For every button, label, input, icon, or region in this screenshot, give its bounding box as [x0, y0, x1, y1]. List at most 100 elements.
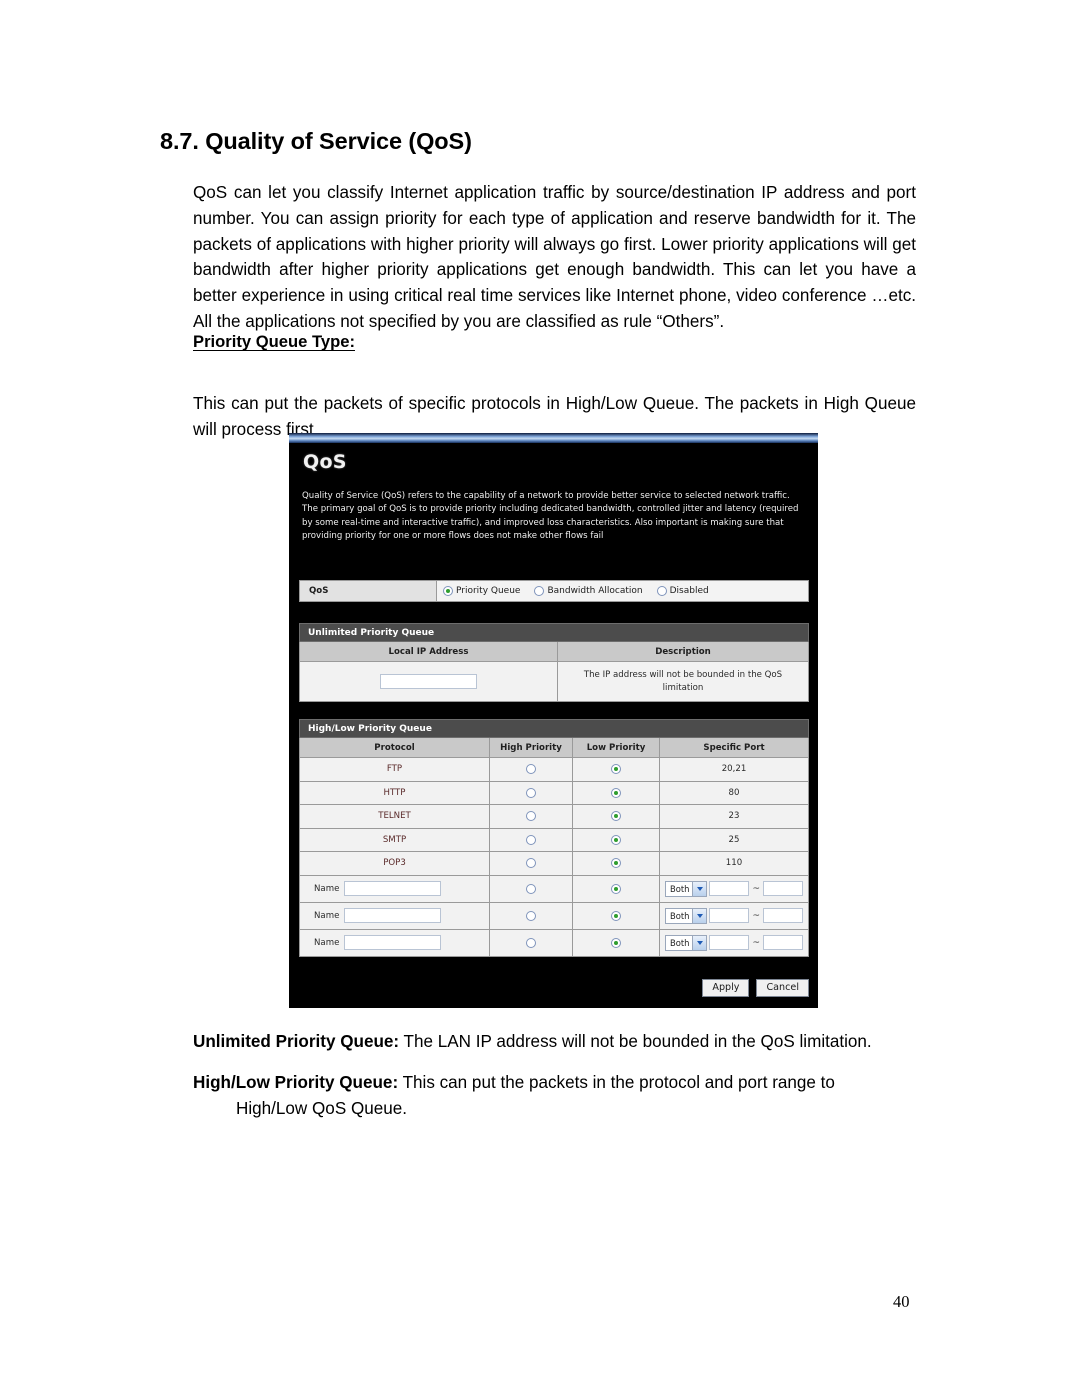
- section-header-unlimited-priority-queue: Unlimited Priority Queue: [299, 623, 809, 642]
- qos-panel-description: Quality of Service (QoS) refers to the c…: [302, 491, 799, 542]
- port-end-input[interactable]: [763, 881, 803, 896]
- cell-high-priority: [489, 805, 572, 828]
- cell-protocol-name: SMTP: [300, 828, 489, 851]
- radio-icon-high-priority[interactable]: [526, 764, 536, 775]
- port-end-input[interactable]: [763, 908, 803, 923]
- protocol-select[interactable]: Both: [664, 907, 708, 924]
- radio-icon-disabled[interactable]: [656, 586, 667, 596]
- port-end-input[interactable]: [763, 935, 803, 950]
- radio-label-priority-queue: Priority Queue: [456, 586, 521, 596]
- table-row-custom: Name Both ~: [300, 874, 808, 902]
- chevron-down-icon[interactable]: [692, 908, 707, 923]
- protocol-select[interactable]: Both: [664, 880, 708, 897]
- table-row: POP3 110: [300, 851, 808, 875]
- radio-icon-high-priority[interactable]: [526, 834, 536, 845]
- table-header-row: Local IP Address Description: [300, 642, 808, 661]
- radio-icon-bandwidth-allocation[interactable]: [534, 586, 545, 596]
- table-header-row: Protocol High Priority Low Priority Spec…: [300, 738, 808, 757]
- cell-low-priority: [572, 781, 659, 804]
- cell-protocol-name: POP3: [300, 852, 489, 875]
- qos-mode-options: Priority Queue Bandwidth Allocation Disa…: [437, 581, 808, 601]
- page-number: 40: [893, 1292, 910, 1311]
- column-header-specific-port: Specific Port: [659, 738, 808, 757]
- cell-low-priority: [572, 929, 659, 956]
- port-start-input[interactable]: [709, 881, 750, 896]
- cell-low-priority: [572, 902, 659, 929]
- protocol-select-value: Both: [669, 910, 690, 921]
- radio-icon-high-priority[interactable]: [526, 858, 536, 869]
- qos-configuration-screenshot: QoS Quality of Service (QoS) refers to t…: [289, 433, 818, 1008]
- radio-option-priority-queue[interactable]: Priority Queue: [443, 586, 520, 596]
- apply-button[interactable]: Apply: [702, 979, 750, 997]
- radio-option-disabled[interactable]: Disabled: [656, 586, 709, 596]
- protocol-select[interactable]: Both: [664, 934, 708, 951]
- custom-name-label: Name: [314, 937, 340, 948]
- table-row: SMTP 25: [300, 827, 808, 851]
- cell-high-priority: [489, 828, 572, 851]
- radio-icon-low-priority[interactable]: [611, 834, 621, 845]
- radio-icon-low-priority[interactable]: [611, 764, 621, 775]
- custom-name-label: Name: [314, 883, 340, 894]
- column-header-local-ip-address: Local IP Address: [300, 642, 557, 661]
- radio-icon-low-priority[interactable]: [611, 787, 621, 798]
- cell-low-priority: [572, 805, 659, 828]
- radio-icon-low-priority[interactable]: [611, 937, 621, 948]
- custom-name-input[interactable]: [344, 908, 442, 923]
- qos-panel-body: QoS Quality of Service (QoS) refers to t…: [289, 443, 818, 1008]
- cancel-button[interactable]: Cancel: [756, 979, 809, 997]
- window-title-bar: [289, 433, 818, 443]
- cell-low-priority: [572, 852, 659, 875]
- radio-icon-low-priority[interactable]: [611, 910, 621, 921]
- radio-icon-low-priority[interactable]: [611, 858, 621, 869]
- protocol-select-value: Both: [669, 883, 690, 894]
- unlimited-priority-queue-table: Local IP Address Description The IP addr…: [299, 642, 809, 702]
- radio-icon-high-priority[interactable]: [526, 883, 536, 894]
- cell-low-priority: [572, 758, 659, 781]
- cell-description: The IP address will not be bounded in th…: [557, 662, 808, 701]
- radio-label-disabled: Disabled: [669, 586, 709, 596]
- custom-name-input[interactable]: [344, 881, 442, 896]
- cell-high-priority: [489, 852, 572, 875]
- cell-high-priority: [489, 929, 572, 956]
- radio-icon-low-priority[interactable]: [611, 811, 621, 822]
- column-header-description: Description: [557, 642, 808, 661]
- radio-icon-high-priority[interactable]: [526, 787, 536, 798]
- port-range-separator: ~: [752, 883, 760, 894]
- note-text: This can put the packets in the protocol…: [398, 1073, 835, 1092]
- high-low-priority-queue-table: Protocol High Priority Low Priority Spec…: [299, 738, 809, 957]
- note-unlimited-priority-queue: Unlimited Priority Queue: The LAN IP add…: [193, 1029, 916, 1055]
- column-header-high-priority: High Priority: [489, 738, 572, 757]
- port-start-input[interactable]: [709, 908, 750, 923]
- cell-port-range: Both ~: [659, 902, 808, 929]
- radio-icon-high-priority[interactable]: [526, 910, 536, 921]
- protocol-select-value: Both: [669, 937, 690, 948]
- cell-protocol-name: HTTP: [300, 781, 489, 804]
- cell-low-priority: [572, 828, 659, 851]
- table-row: TELNET 23: [300, 804, 808, 828]
- cell-high-priority: [489, 781, 572, 804]
- radio-icon-high-priority[interactable]: [526, 811, 536, 822]
- note-lead: Unlimited Priority Queue:: [193, 1032, 400, 1051]
- form-action-buttons: Apply Cancel: [299, 979, 809, 997]
- radio-icon-priority-queue[interactable]: [443, 586, 453, 596]
- note-text-continued: High/Low QoS Queue.: [236, 1098, 408, 1118]
- radio-icon-low-priority[interactable]: [611, 883, 621, 894]
- cell-custom-name: Name: [300, 929, 489, 956]
- chevron-down-icon[interactable]: [692, 935, 707, 950]
- cell-high-priority: [489, 758, 572, 781]
- cell-protocol-name: FTP: [300, 758, 489, 781]
- radio-option-bandwidth-allocation[interactable]: Bandwidth Allocation: [534, 586, 643, 596]
- table-row-custom: Name Both ~: [300, 901, 808, 929]
- cell-port-range: Both ~: [659, 929, 808, 956]
- qos-mode-label: QoS: [300, 581, 437, 601]
- local-ip-address-input[interactable]: [380, 674, 477, 689]
- port-start-input[interactable]: [709, 935, 750, 950]
- column-header-protocol: Protocol: [300, 738, 489, 757]
- cell-high-priority: [489, 875, 572, 902]
- note-lead: High/Low Priority Queue:: [193, 1073, 399, 1092]
- radio-icon-high-priority[interactable]: [526, 937, 536, 948]
- priority-queue-type-heading: Priority Queue Type:: [193, 332, 355, 351]
- custom-name-input[interactable]: [344, 935, 442, 950]
- chevron-down-icon[interactable]: [692, 881, 707, 896]
- cell-protocol-name: TELNET: [300, 805, 489, 828]
